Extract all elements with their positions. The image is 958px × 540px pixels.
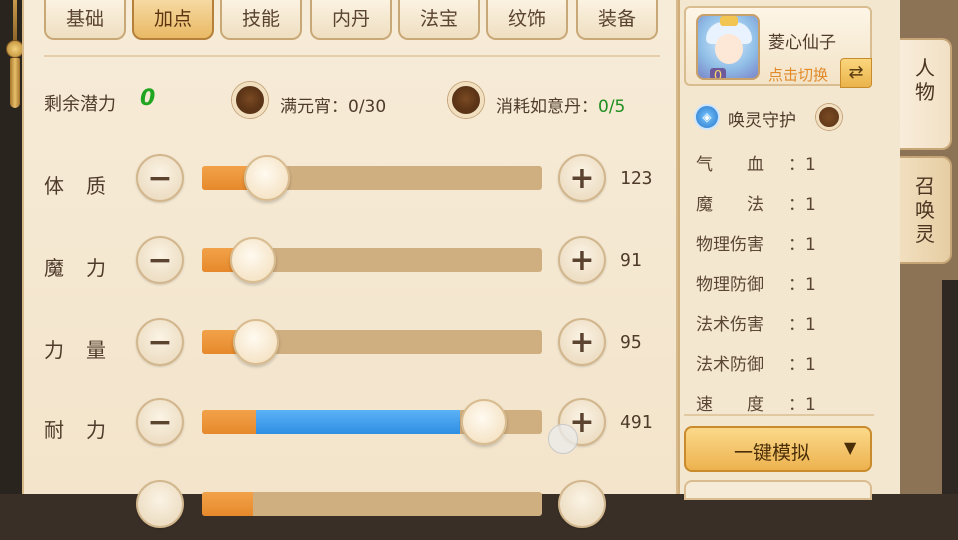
avatar-face	[715, 34, 743, 64]
stat-row-endurance: 耐力 − + 491	[22, 398, 678, 458]
guard-slot[interactable]	[816, 104, 842, 130]
attribute-name: 物理防御	[696, 275, 764, 295]
background-shadow	[942, 280, 958, 494]
guard-label: 唤灵守护	[728, 111, 796, 131]
character-name: 菱心仙子	[768, 33, 836, 53]
attribute-name: 气 血	[696, 155, 764, 175]
stat-name: 体质	[44, 174, 128, 198]
plus-icon: +	[569, 160, 595, 196]
stat-value: 91	[620, 250, 642, 271]
increase-button[interactable]: +	[558, 236, 606, 284]
slider-knob[interactable]	[230, 237, 276, 283]
stat-value: 123	[620, 168, 653, 189]
attribute-value: ：1	[788, 275, 816, 295]
attribute-line: 速 度 ：1	[696, 390, 876, 415]
ruyidan-item-slot[interactable]	[448, 82, 484, 118]
side-tab-summon[interactable]: 召唤灵	[900, 156, 952, 264]
one-click-simulate-button[interactable]: 一键模拟 ▼	[684, 426, 872, 472]
minus-icon: −	[147, 160, 173, 196]
increase-button[interactable]: +	[558, 318, 606, 366]
yuanxiao-item-slot[interactable]	[232, 82, 268, 118]
minus-icon: −	[147, 324, 173, 360]
stat-row-partial	[22, 480, 678, 540]
attribute-line: 法术伤害 ：1	[696, 310, 876, 335]
decrease-button[interactable]: −	[136, 236, 184, 284]
avatar: 0	[696, 14, 760, 80]
plus-icon: +	[569, 242, 595, 278]
decrease-button[interactable]	[136, 480, 184, 528]
chevron-down-icon: ▼	[844, 438, 857, 457]
slider-knob[interactable]	[233, 319, 280, 365]
ornament-rope	[13, 0, 17, 44]
attribute-line: 物理防御 ：1	[696, 270, 876, 295]
tab-inner-core[interactable]: 内丹	[310, 0, 392, 40]
side-tab-character[interactable]: 人物	[900, 38, 952, 150]
attribute-name: 法术防御	[696, 355, 764, 375]
swap-icon[interactable]: ⇄	[840, 58, 872, 88]
tab-equipment[interactable]: 装备	[576, 0, 658, 40]
stat-row-strength: 力量 − + 95	[22, 318, 678, 378]
yuanxiao-label: 满元宵：0/30	[280, 97, 387, 117]
decrease-button[interactable]: −	[136, 398, 184, 446]
stat-row-constitution: 体质 − + 123	[22, 154, 678, 214]
panel-divider	[684, 414, 874, 416]
tab-treasure[interactable]: 法宝	[398, 0, 480, 40]
attribute-line: 法术防御 ：1	[696, 350, 876, 375]
increase-button[interactable]	[558, 480, 606, 528]
side-tab-label: 人物	[915, 56, 935, 104]
remaining-potential-value: 0	[140, 86, 156, 111]
attribute-value: ：1	[788, 155, 816, 175]
touch-indicator	[548, 424, 578, 454]
attribute-name: 速 度	[696, 395, 764, 415]
stat-fill-allocated	[256, 410, 461, 434]
plus-icon: +	[569, 324, 595, 360]
decrease-button[interactable]: −	[136, 154, 184, 202]
tab-skills[interactable]: 技能	[220, 0, 302, 40]
stat-name: 力量	[44, 338, 128, 362]
minus-icon: −	[147, 242, 173, 278]
ornament-tassel	[10, 58, 20, 108]
tab-divider	[44, 55, 660, 57]
increase-button[interactable]: +	[558, 154, 606, 202]
tab-basic[interactable]: 基础	[44, 0, 126, 40]
decrease-button[interactable]: −	[136, 318, 184, 366]
stat-slider-track[interactable]	[202, 492, 542, 516]
tab-add-points[interactable]: 加点	[132, 0, 214, 40]
attribute-name: 物理伤害	[696, 235, 764, 255]
minus-icon: −	[147, 404, 173, 440]
remaining-potential-label: 剩余潜力	[44, 94, 116, 115]
top-tab-bar: 基础 加点 技能 内丹 法宝 纹饰 装备	[22, 0, 678, 44]
attribute-value: ：1	[788, 355, 816, 375]
attribute-name: 法术伤害	[696, 315, 764, 335]
attribute-line: 气 血 ：1	[696, 150, 876, 175]
stat-row-magic: 魔力 − + 91	[22, 236, 678, 296]
stat-name: 耐力	[44, 418, 128, 442]
next-panel-edge	[684, 480, 872, 500]
ruyidan-label: 消耗如意丹：0/5	[496, 97, 626, 117]
stat-name: 魔力	[44, 256, 128, 280]
attribute-value: ：1	[788, 395, 816, 415]
attribute-value: ：1	[788, 315, 816, 335]
attribute-line: 物理伤害 ：1	[696, 230, 876, 255]
stat-fill	[202, 410, 257, 434]
stat-value: 95	[620, 332, 642, 353]
stat-fill	[202, 492, 253, 516]
slider-knob[interactable]	[461, 399, 508, 445]
slider-knob[interactable]	[243, 155, 290, 201]
side-tab-label: 召唤灵	[915, 174, 935, 246]
avatar-level-badge: 0	[710, 68, 726, 78]
attribute-name: 魔 法	[696, 195, 764, 215]
guard-icon: ◈	[694, 104, 720, 130]
avatar-crown	[720, 16, 738, 26]
simulate-label: 一键模拟	[734, 442, 811, 464]
tab-pattern[interactable]: 纹饰	[486, 0, 568, 40]
switch-character-link[interactable]: 点击切换	[768, 64, 828, 85]
attribute-value: ：1	[788, 235, 816, 255]
ruyidan-count: 0/5	[598, 97, 626, 117]
attribute-value: ：1	[788, 195, 816, 215]
attribute-line: 魔 法 ：1	[696, 190, 876, 215]
stat-value: 491	[620, 412, 653, 433]
